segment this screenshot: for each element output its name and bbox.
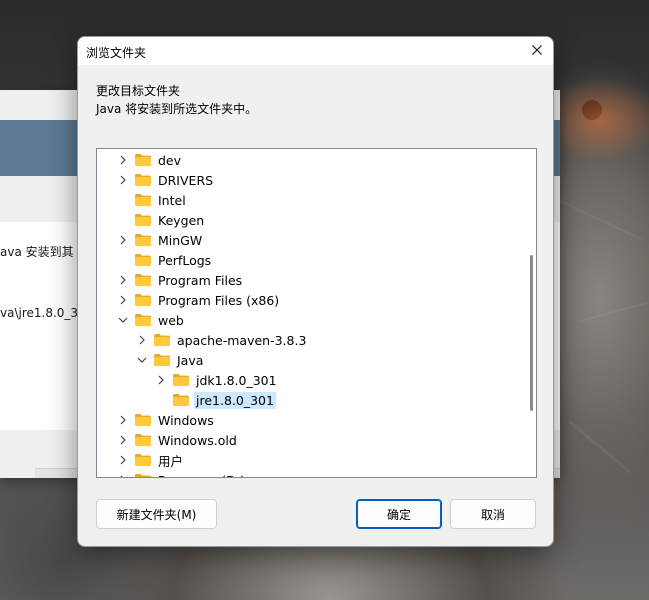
tree-item-label: Windows.old <box>158 432 237 448</box>
folder-icon <box>134 413 152 427</box>
instruction-text: Java 将安装到所选文件夹中。 <box>96 102 258 116</box>
close-icon <box>532 44 542 58</box>
tree-item-label: Program Files (x86) <box>158 292 280 308</box>
tree-item[interactable]: PerfLogs <box>117 250 536 270</box>
chevron-right-icon[interactable] <box>117 150 129 170</box>
cancel-button[interactable]: 取消 <box>450 499 536 529</box>
chevron-right-icon[interactable] <box>117 430 129 450</box>
chevron-right-icon[interactable] <box>117 470 129 477</box>
tree-item-label: jdk1.8.0_301 <box>196 372 277 388</box>
folder-icon <box>153 353 171 367</box>
folder-icon <box>134 433 152 447</box>
folder-icon <box>134 453 152 467</box>
folder-icon <box>134 313 152 327</box>
tree-item[interactable]: jdk1.8.0_301 <box>155 370 536 390</box>
dialog-header: 更改目标文件夹 Java 将安装到所选文件夹中。 <box>78 65 553 141</box>
chevron-right-icon[interactable] <box>117 230 129 250</box>
tree-item[interactable]: dev <box>117 150 536 170</box>
folder-icon <box>172 393 190 407</box>
chevron-right-icon[interactable] <box>117 290 129 310</box>
instruction-title: 更改目标文件夹 <box>96 84 181 98</box>
tree-item[interactable]: web <box>117 310 536 330</box>
tree-item[interactable]: Java <box>136 350 536 370</box>
folder-icon <box>134 253 152 267</box>
tree-item[interactable]: Intel <box>117 190 536 210</box>
folder-icon <box>134 213 152 227</box>
chevron-right-icon[interactable] <box>155 370 167 390</box>
tree-item-label: Programs (D:) <box>156 472 247 478</box>
tree-item-label: Program Files <box>158 272 243 288</box>
tree-item-label: Intel <box>158 192 186 208</box>
ok-button[interactable]: 确定 <box>356 499 442 529</box>
tree-item[interactable]: 用户 <box>117 450 536 470</box>
chevron-down-icon[interactable] <box>136 350 148 370</box>
tree-item-label: dev <box>158 152 182 168</box>
tree-item[interactable]: Windows.old <box>117 430 536 450</box>
chevron-down-icon[interactable] <box>117 310 129 330</box>
folder-icon <box>134 233 152 247</box>
tree-item-label: jre1.8.0_301 <box>194 391 276 409</box>
chevron-right-icon[interactable] <box>117 410 129 430</box>
tree-item-selected[interactable]: jre1.8.0_301 <box>155 390 536 410</box>
folder-icon <box>153 333 171 347</box>
installer-partial-text: ava 安装到其 <box>0 245 74 259</box>
scrollbar-thumb[interactable] <box>530 255 533 411</box>
tree-item-label: DRIVERS <box>158 172 214 188</box>
tree-item-label: MinGW <box>158 232 203 248</box>
tree-item-label: Java <box>177 352 204 368</box>
chevron-right-icon[interactable] <box>136 330 148 350</box>
tree-item[interactable]: Programs (D:) <box>117 470 536 478</box>
tree-item[interactable]: Keygen <box>117 210 536 230</box>
tree-item-label: apache-maven-3.8.3 <box>177 332 307 348</box>
tree-item-label: Windows <box>158 412 214 428</box>
tree-item[interactable]: Program Files (x86) <box>117 290 536 310</box>
folder-tree-view[interactable]: Programs (D:) 用户 Windows.old Windows jre1.8.… <box>96 148 537 478</box>
chevron-right-icon[interactable] <box>117 270 129 290</box>
folder-icon <box>172 373 190 387</box>
tree-item[interactable]: DRIVERS <box>117 170 536 190</box>
folder-icon <box>134 153 152 167</box>
folder-icon <box>134 173 152 187</box>
folder-icon <box>134 473 152 477</box>
tree-item[interactable]: Program Files <box>117 270 536 290</box>
folder-icon <box>134 273 152 287</box>
chevron-right-icon[interactable] <box>117 450 129 470</box>
browse-folder-dialog: 浏览文件夹 更改目标文件夹 Java 将安装到所选文件夹中。 Programs … <box>77 36 554 547</box>
tree-item[interactable]: apache-maven-3.8.3 <box>136 330 536 350</box>
dialog-title: 浏览文件夹 <box>86 46 147 60</box>
tree-scrollbar[interactable] <box>526 149 536 477</box>
new-folder-button[interactable]: 新建文件夹(M) <box>96 499 217 529</box>
chevron-right-icon[interactable] <box>117 170 129 190</box>
tree-item[interactable]: MinGW <box>117 230 536 250</box>
tree-item-label: web <box>158 312 184 328</box>
dialog-titlebar[interactable]: 浏览文件夹 <box>78 37 553 65</box>
close-button[interactable] <box>521 37 553 65</box>
tree-item-label: Keygen <box>158 212 205 228</box>
folder-icon <box>134 193 152 207</box>
tree-item[interactable]: Windows <box>117 410 536 430</box>
folder-icon <box>134 293 152 307</box>
tree-item-label: PerfLogs <box>158 252 212 268</box>
tree-item-label: 用户 <box>158 453 184 469</box>
